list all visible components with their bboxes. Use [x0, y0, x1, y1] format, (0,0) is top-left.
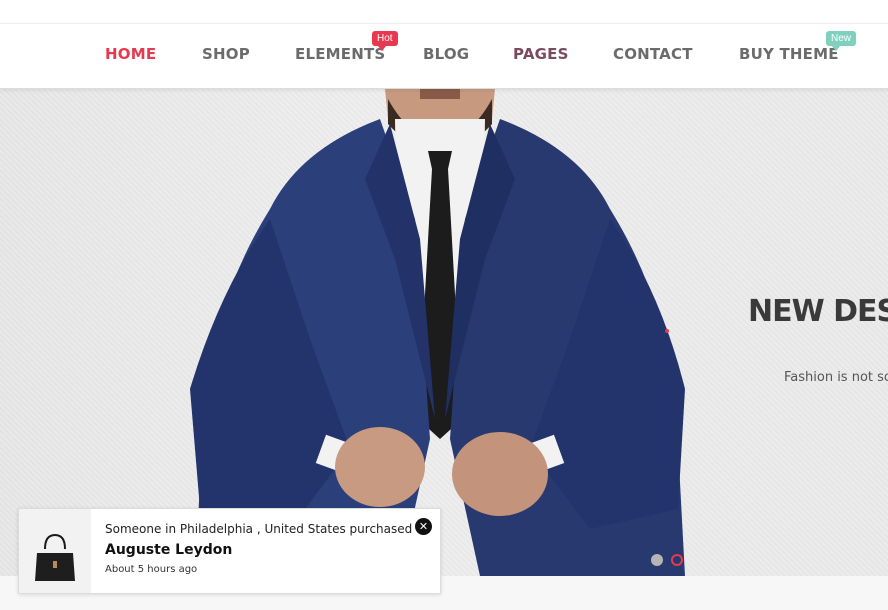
nav-pages[interactable]: PAGES	[513, 45, 569, 63]
new-badge: New	[826, 31, 857, 51]
handbag-icon	[35, 533, 75, 581]
hero-model-image	[190, 89, 685, 576]
hero-title: NEW DES	[748, 294, 888, 329]
nav-contact[interactable]: CONTACT	[613, 45, 693, 63]
decorative-dot	[665, 329, 669, 333]
hot-badge: Hot	[372, 31, 398, 51]
purchase-notification-popup[interactable]: Someone in Philadelphia , United States …	[18, 508, 441, 594]
slider-dot-1[interactable]	[651, 554, 663, 566]
product-thumbnail[interactable]	[19, 509, 91, 593]
nav-buy-theme[interactable]: BUY THEME	[739, 45, 839, 63]
purchase-time: About 5 hours ago	[105, 564, 198, 575]
nav-shop[interactable]: SHOP	[202, 45, 250, 63]
hero-subtitle: Fashion is not sc	[784, 370, 888, 385]
product-name-link[interactable]: Auguste Leydon	[105, 542, 232, 558]
hero-slider: NEW DES Fashion is not sc	[0, 89, 888, 576]
notification-message: Someone in Philadelphia , United States …	[105, 522, 424, 536]
close-icon[interactable]: ✕	[415, 518, 432, 535]
nav-elements[interactable]: ELEMENTS	[295, 45, 385, 63]
slider-dot-2-active[interactable]	[671, 554, 683, 566]
top-bar	[0, 0, 888, 24]
nav-home[interactable]: HOME	[105, 45, 156, 63]
main-navigation: HOME SHOP ELEMENTS Hot BLOG PAGES CONTAC…	[0, 24, 888, 89]
nav-blog[interactable]: BLOG	[423, 45, 469, 63]
